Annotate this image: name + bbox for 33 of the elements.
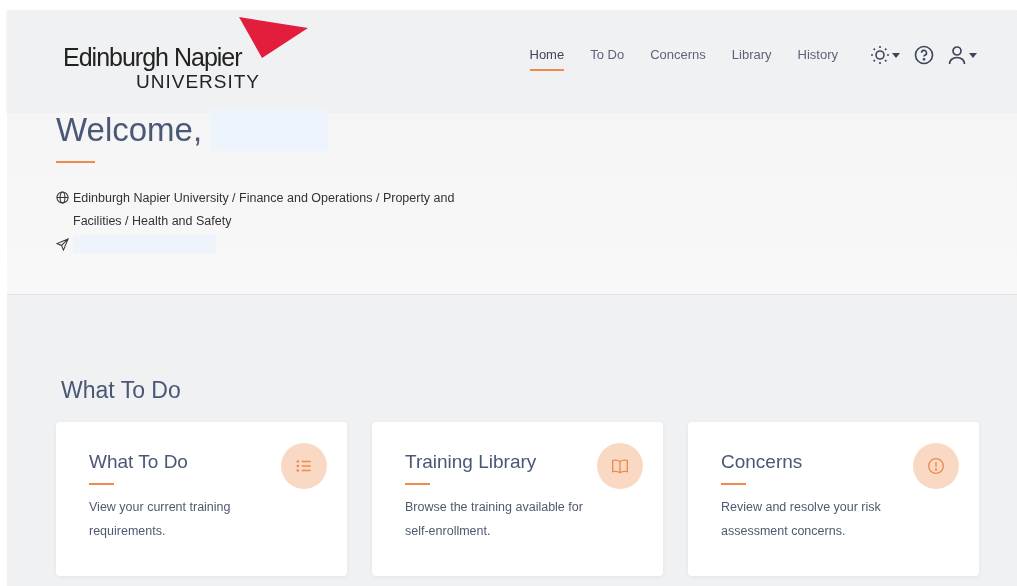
- logo-subtitle: UNIVERSITY: [136, 71, 261, 94]
- card-title: What To Do: [89, 449, 188, 474]
- card[interactable]: Concerns Review and resolve your risk assessment concerns.: [688, 421, 979, 576]
- theme-toggle-button[interactable]: [870, 45, 900, 65]
- nav-link[interactable]: To Do: [590, 45, 625, 71]
- caret-icon: [892, 52, 900, 58]
- title-underline: [721, 483, 746, 485]
- logo-text: Edinburgh Napier: [63, 42, 242, 73]
- nav-link[interactable]: Concerns: [650, 45, 706, 71]
- caret-icon: [969, 52, 977, 58]
- heading-underline: [56, 161, 95, 163]
- card-title: Concerns: [721, 449, 803, 474]
- section-heading: What To Do: [61, 376, 182, 405]
- card-description: Review and resolve your risk assessment concerns.: [721, 499, 882, 540]
- card-description: View your current training requirements.: [89, 499, 232, 540]
- card[interactable]: Training Library Browse the training available for self-enrollment.: [372, 421, 663, 576]
- send-icon: [56, 237, 69, 251]
- title-underline: [89, 483, 114, 485]
- card-description: Browse the training available for self-enrollment.: [405, 499, 584, 540]
- globe-icon: [56, 191, 69, 204]
- help-icon[interactable]: [914, 45, 934, 65]
- book-icon: [597, 442, 643, 489]
- title-underline: [405, 483, 430, 485]
- list-icon: [281, 442, 327, 489]
- welcome-heading: Welcome,: [56, 110, 203, 150]
- nav-link[interactable]: History: [797, 45, 838, 71]
- nav-link[interactable]: Library: [731, 45, 772, 71]
- nav-link[interactable]: Home: [529, 45, 565, 71]
- card[interactable]: What To Do View your current training requirements.: [56, 421, 347, 576]
- alert-icon: [913, 442, 959, 489]
- user-menu-button[interactable]: [948, 45, 977, 65]
- organisation-path: Edinburgh Napier University / Finance and Operations / Property and Facilities / Health and Safety: [73, 190, 456, 230]
- card-title: Training Library: [405, 449, 537, 474]
